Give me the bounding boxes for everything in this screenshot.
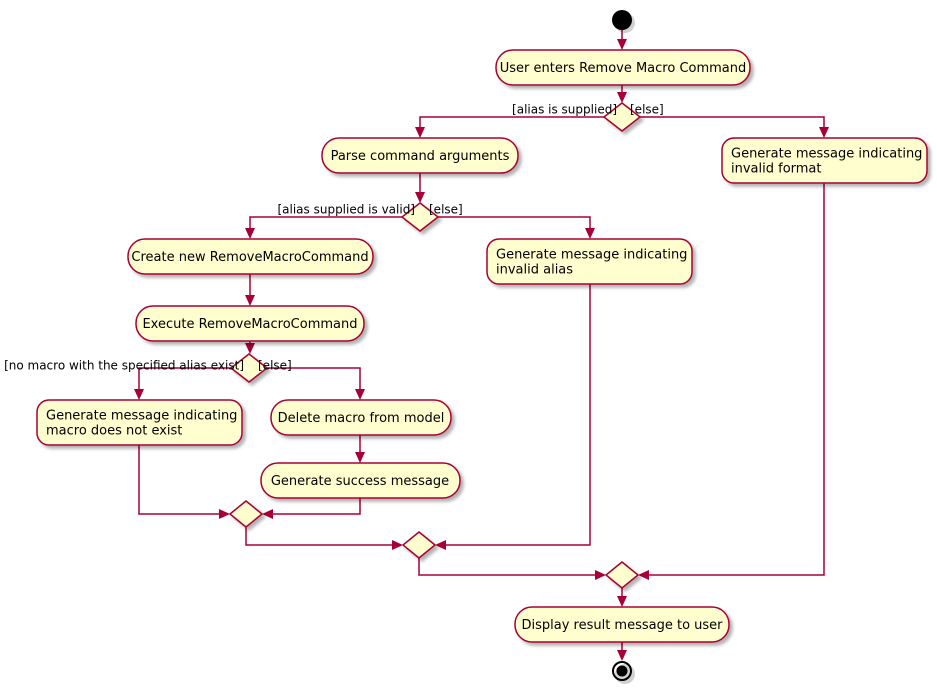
edge-a5-to-m2 xyxy=(441,284,591,546)
activity-label: Generate success message xyxy=(271,474,449,489)
arrowhead-start-a1 xyxy=(617,39,627,50)
edge-a9-to-m1 xyxy=(268,498,361,515)
activity-label-line1: Generate message indicating xyxy=(46,409,237,424)
guard-label-alias-is-supplied: [alias is supplied] xyxy=(512,103,617,117)
activity-label-line2: invalid alias xyxy=(496,263,573,278)
arrowhead-a7-m1 xyxy=(219,509,230,519)
end-node-dot xyxy=(616,665,628,677)
edge-d2-right xyxy=(438,216,591,233)
edge-m2-to-m3 xyxy=(418,558,600,576)
arrowhead-d3-left xyxy=(134,389,144,400)
edge-d2-left xyxy=(249,216,402,233)
activity-parse-command-arguments[interactable]: Parse command arguments xyxy=(321,137,519,174)
activity-label: Delete macro from model xyxy=(278,411,445,426)
merge-diamond-2[interactable] xyxy=(401,531,437,559)
activity-display-result-message-to-user[interactable]: Display result message to user xyxy=(514,606,730,643)
activity-generate-message-macro-does-not-exist[interactable]: Generate message indicating macro does n… xyxy=(36,399,243,446)
activity-label: User enters Remove Macro Command xyxy=(500,61,747,76)
activity-label-line2: invalid format xyxy=(731,162,822,177)
arrowhead-d3-right xyxy=(355,389,365,400)
activity-generate-message-invalid-format[interactable]: Generate message indicating invalid form… xyxy=(721,137,928,184)
arrowhead-a8-a9 xyxy=(355,452,365,463)
arrowhead-d2-right xyxy=(585,228,595,239)
merge-diamond-3[interactable] xyxy=(604,561,640,589)
arrowhead-a1-d1 xyxy=(617,92,627,103)
activity-label-line1: Generate message indicating xyxy=(731,147,922,162)
edge-a7-to-m1 xyxy=(138,445,224,515)
arrowhead-m3-a10 xyxy=(617,596,627,607)
edge-d1-right xyxy=(640,116,825,132)
activity-generate-success-message[interactable]: Generate success message xyxy=(260,462,461,499)
arrowhead-m2-m3 xyxy=(595,570,606,580)
guard-label-else-2: [else] xyxy=(429,203,463,217)
arrowhead-d2-left xyxy=(245,228,255,239)
arrowhead-a6-d3 xyxy=(245,343,255,354)
arrowhead-d1-right xyxy=(819,127,829,138)
edge-m1-to-m2 xyxy=(245,527,397,546)
edges-layer xyxy=(134,30,829,661)
activity-label-line1: Generate message indicating xyxy=(496,248,687,263)
activity-diagram-canvas: User enters Remove Macro Command Generat… xyxy=(0,0,937,693)
activity-execute-removemacrocommand[interactable]: Execute RemoveMacroCommand xyxy=(135,305,365,342)
edge-d1-left xyxy=(419,116,604,132)
guard-label-else-1: [else] xyxy=(630,103,664,117)
arrowhead-a10-end xyxy=(617,650,627,661)
arrowhead-m1-m2 xyxy=(392,540,403,550)
activity-label: Create new RemoveMacroCommand xyxy=(131,250,368,265)
arrowhead-a3-d2 xyxy=(415,192,425,203)
guard-label-no-macro-with-alias: [no macro with the specified alias exist… xyxy=(4,359,244,373)
arrowhead-a9-m1 xyxy=(262,509,273,519)
activity-label: Execute RemoveMacroCommand xyxy=(142,317,357,332)
arrowhead-d1-left xyxy=(415,127,425,138)
activity-user-enters-remove-macro-command[interactable]: User enters Remove Macro Command xyxy=(495,49,751,86)
activity-label: Parse command arguments xyxy=(331,149,510,164)
activity-label-line2: macro does not exist xyxy=(46,424,182,439)
start-node-circle xyxy=(612,10,632,30)
activity-create-new-removemacrocommand[interactable]: Create new RemoveMacroCommand xyxy=(127,238,374,275)
arrowhead-a5-m2 xyxy=(435,540,446,550)
guard-label-alias-supplied-is-valid: [alias supplied is valid] xyxy=(277,203,415,217)
activities-layer: User enters Remove Macro Command Generat… xyxy=(36,49,928,643)
start-node xyxy=(612,10,635,33)
activity-label: Display result message to user xyxy=(521,618,723,633)
activity-generate-message-invalid-alias[interactable]: Generate message indicating invalid alia… xyxy=(486,238,693,285)
end-node xyxy=(612,661,635,684)
arrowhead-a4-a6 xyxy=(245,295,255,306)
diagram-svg: User enters Remove Macro Command Generat… xyxy=(4,10,928,684)
arrowhead-a2-m3 xyxy=(638,570,649,580)
activity-delete-macro-from-model[interactable]: Delete macro from model xyxy=(270,399,452,436)
guard-label-else-3: [else] xyxy=(258,359,292,373)
merge-diamond-1[interactable] xyxy=(228,500,264,528)
